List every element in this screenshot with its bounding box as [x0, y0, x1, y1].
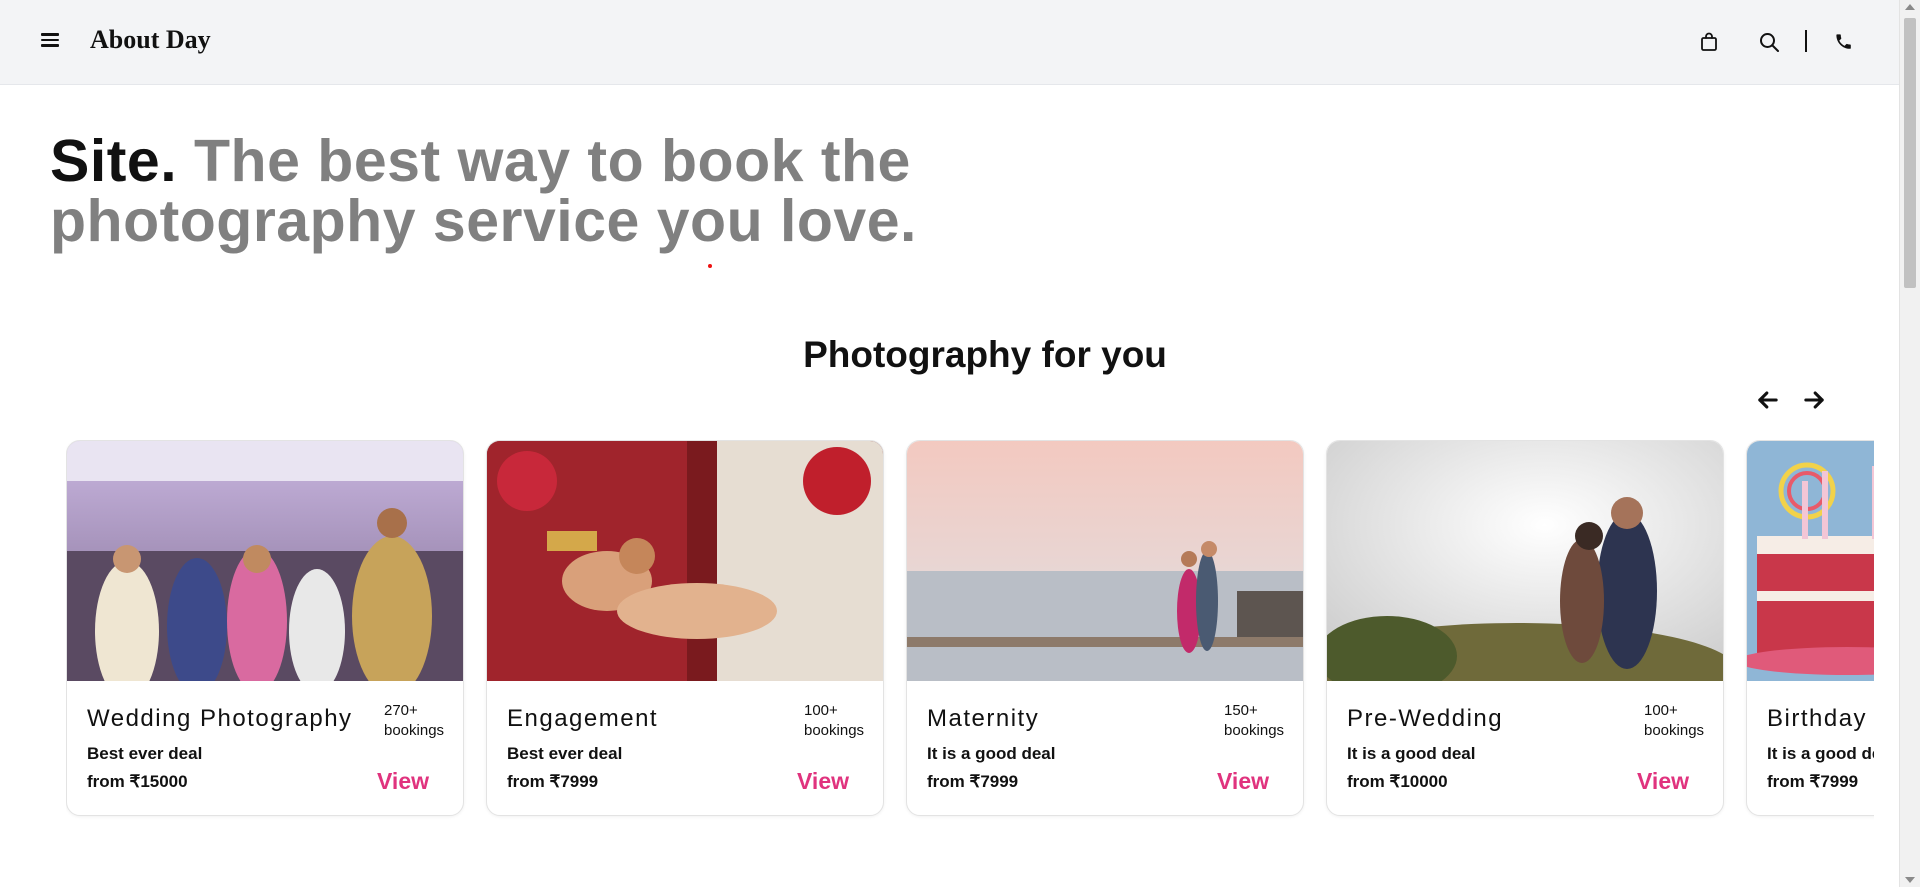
card-price: from ₹15000: [87, 772, 188, 791]
view-button[interactable]: View: [377, 768, 429, 795]
scroll-down-arrow-icon[interactable]: [1905, 877, 1915, 883]
service-card-wedding[interactable]: Wedding Photography 270+ bookings Best e…: [66, 440, 464, 816]
card-deal: Best ever deal: [507, 744, 623, 763]
card-image-engagement: [487, 441, 883, 681]
bookings-count: 100+: [804, 702, 838, 719]
card-image-birthday: [1747, 441, 1874, 681]
hero-tagline: The best way to book the photography ser…: [50, 128, 917, 254]
card-image-pre-wedding: [1327, 441, 1723, 681]
card-price: from ₹7999: [1767, 772, 1859, 791]
view-button[interactable]: View: [1637, 768, 1689, 795]
card-title: Maternity: [927, 705, 1040, 732]
cursor-dot: [708, 264, 712, 268]
card-deal: Best ever deal: [87, 744, 203, 763]
card-bookings: 100+ bookings: [804, 701, 864, 741]
bookings-label: bookings: [1224, 722, 1285, 739]
scroll-up-arrow-icon[interactable]: [1905, 4, 1915, 10]
card-price: from ₹7999: [927, 772, 1019, 791]
card-bookings: 150+ bookings: [1224, 701, 1284, 741]
search-icon[interactable]: [1757, 30, 1781, 54]
page-scrollbar[interactable]: [1899, 0, 1920, 887]
bookings-label: bookings: [1644, 722, 1705, 739]
card-deal: It is a good deal: [927, 744, 1056, 763]
bookings-count: 270+: [384, 702, 418, 719]
service-card-engagement[interactable]: Engagement 100+ bookings Best ever deal …: [486, 440, 884, 816]
bookings-label: bookings: [804, 722, 865, 739]
card-bookings: 100+ bookings: [1644, 701, 1704, 741]
carousel-next-arrow-icon[interactable]: [1800, 386, 1828, 414]
card-image-wedding: [67, 441, 463, 681]
brand-logo[interactable]: About Day: [90, 25, 211, 55]
view-button[interactable]: View: [1217, 768, 1269, 795]
service-carousel: Wedding Photography 270+ bookings Best e…: [66, 440, 1874, 820]
top-navbar: About Day: [0, 0, 1900, 85]
service-card-birthday[interactable]: Birthday It is a good deal from ₹7999: [1746, 440, 1874, 816]
card-image-maternity: [907, 441, 1303, 681]
header-divider: [1805, 30, 1807, 52]
scrollbar-thumb[interactable]: [1904, 18, 1916, 288]
card-title: Engagement: [507, 705, 659, 732]
bookings-count: 150+: [1224, 702, 1258, 719]
section-title: Photography for you: [803, 334, 1167, 375]
card-deal: It is a good deal: [1347, 744, 1476, 763]
card-title: Birthday: [1767, 705, 1868, 732]
card-price: from ₹10000: [1347, 772, 1448, 791]
card-price: from ₹7999: [507, 772, 599, 791]
service-card-pre-wedding[interactable]: Pre-Wedding 100+ bookings It is a good d…: [1326, 440, 1724, 816]
view-button[interactable]: View: [797, 768, 849, 795]
hero-strong: Site.: [50, 128, 178, 194]
menu-icon[interactable]: [38, 30, 62, 54]
hero-headline: Site. The best way to book the photograp…: [50, 131, 950, 251]
phone-icon[interactable]: [1832, 30, 1856, 54]
bookings-label: bookings: [384, 722, 445, 739]
card-title: Wedding Photography: [87, 705, 353, 732]
bookings-count: 100+: [1644, 702, 1678, 719]
carousel-prev-arrow-icon[interactable]: [1754, 386, 1782, 414]
card-deal: It is a good deal: [1767, 744, 1874, 763]
card-title: Pre-Wedding: [1347, 705, 1504, 732]
bag-icon[interactable]: [1697, 30, 1721, 54]
service-card-maternity[interactable]: Maternity 150+ bookings It is a good dea…: [906, 440, 1304, 816]
card-bookings: 270+ bookings: [384, 701, 444, 741]
